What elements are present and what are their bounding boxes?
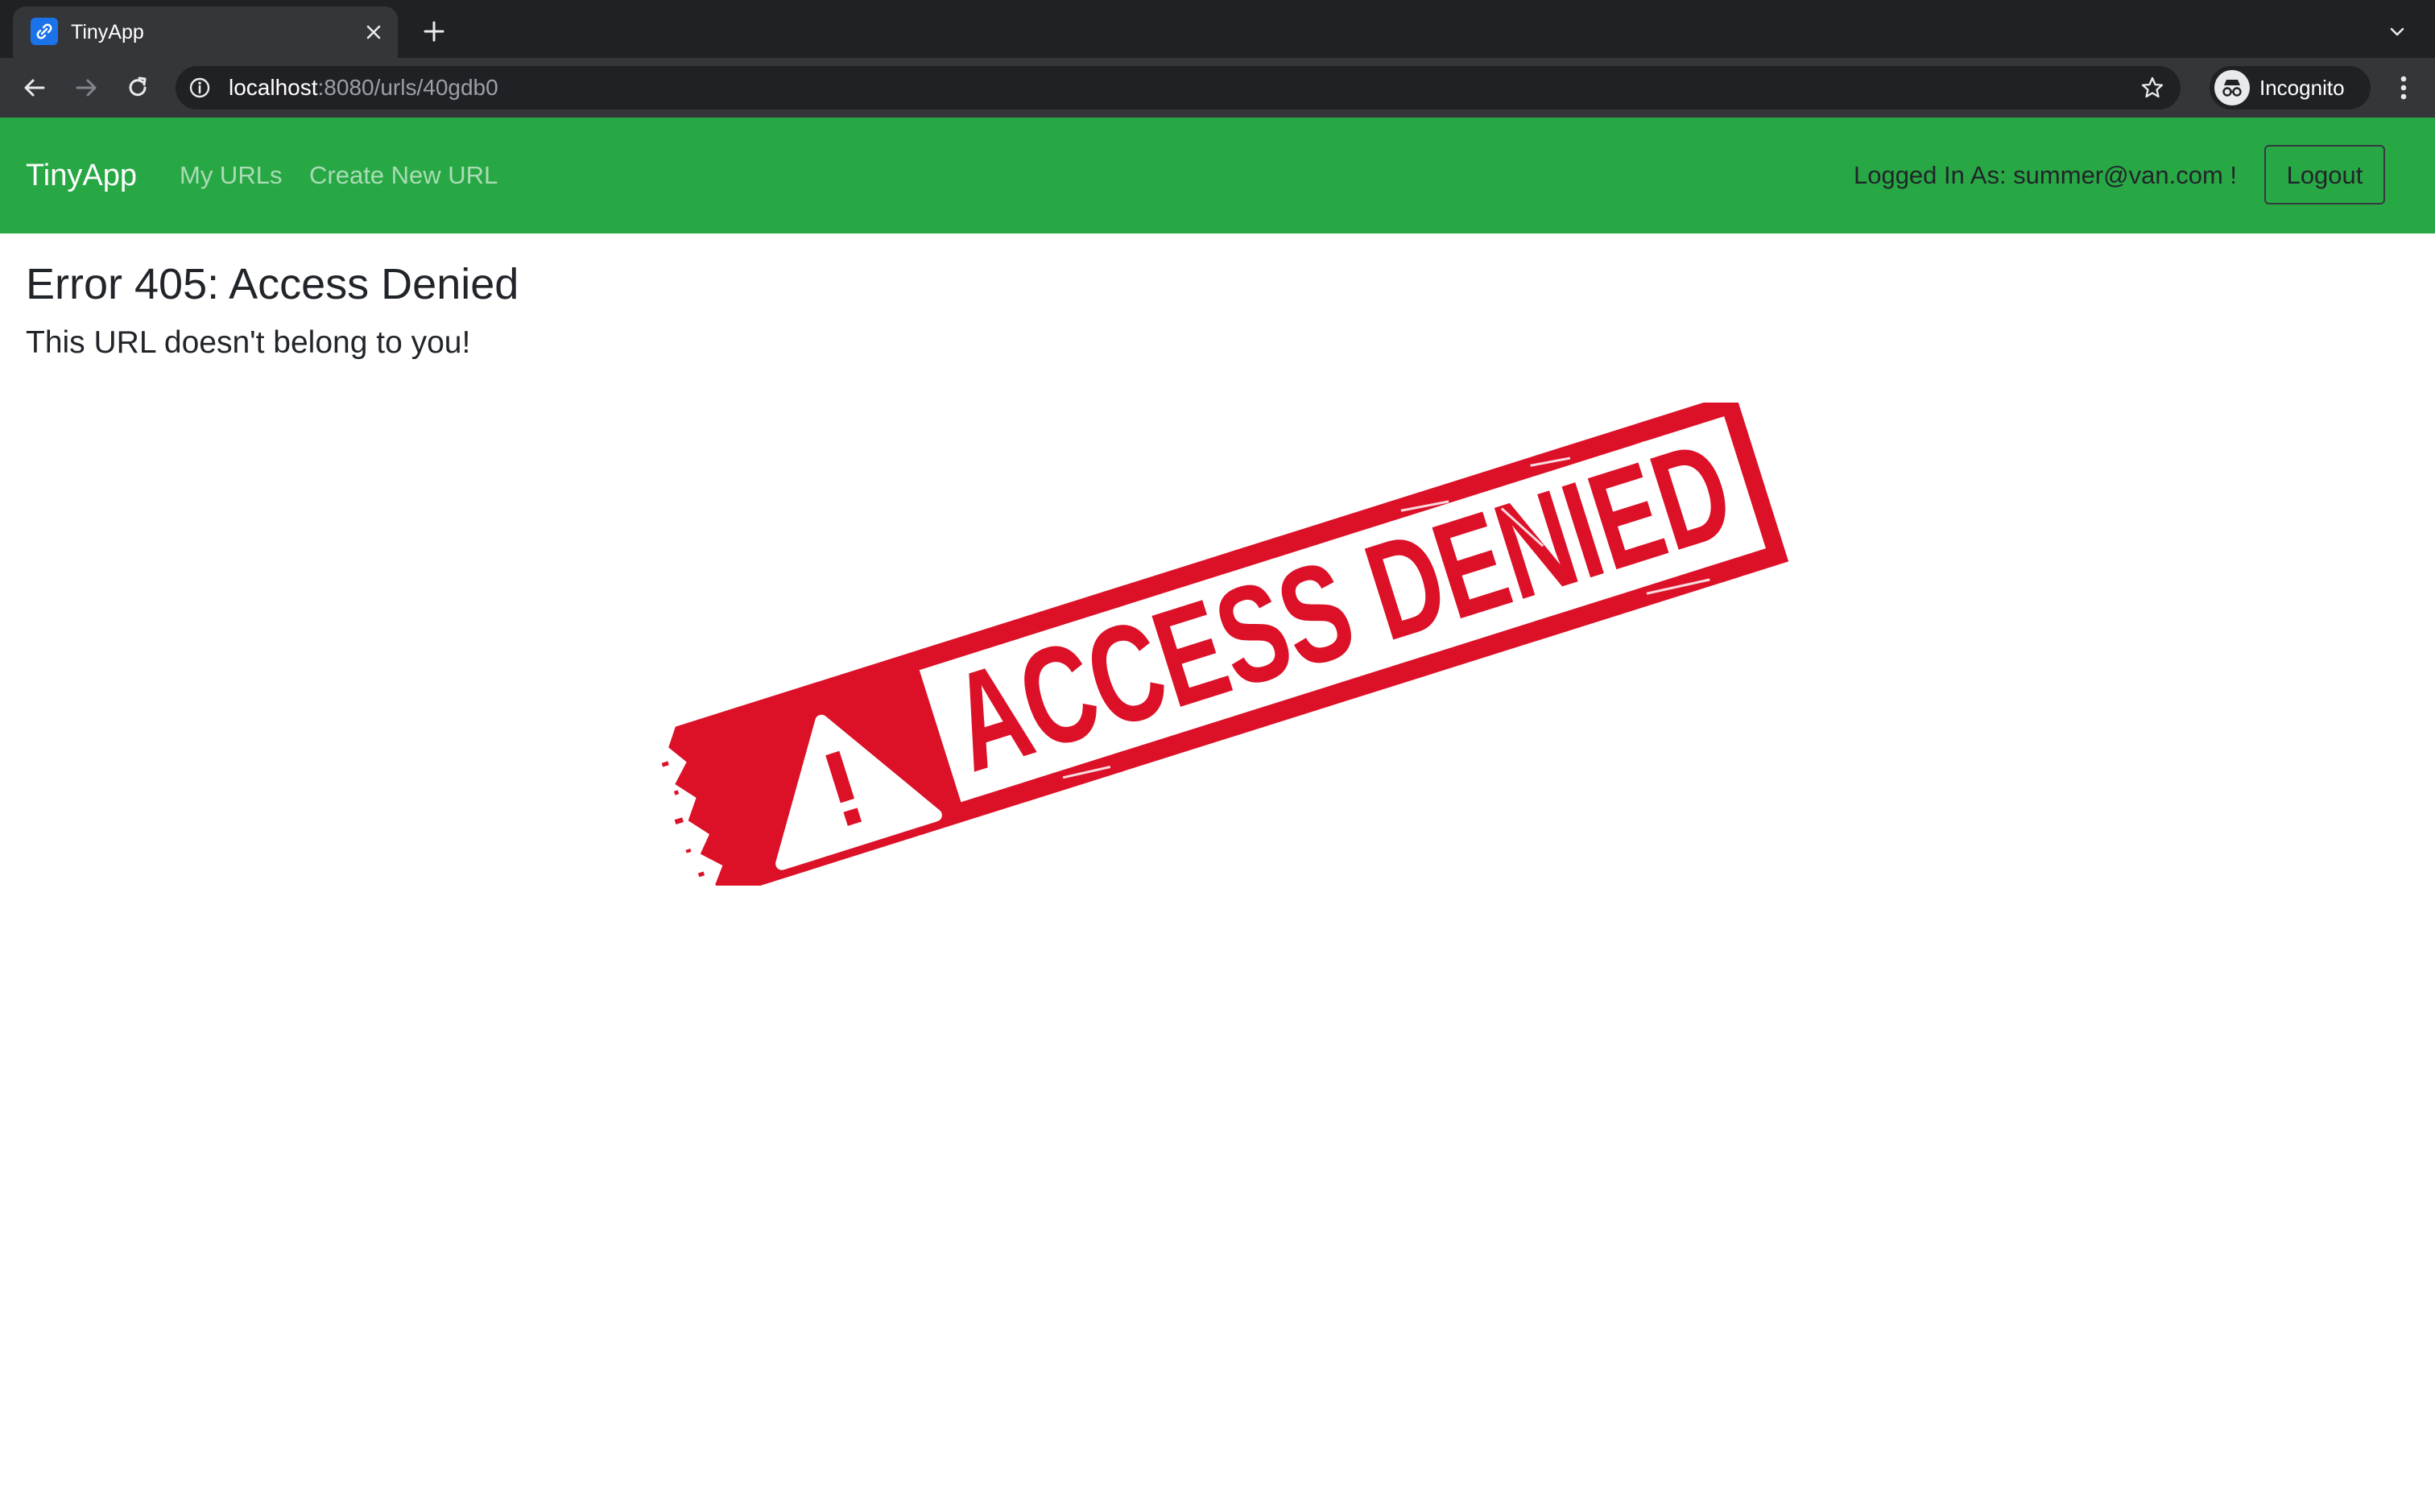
error-message: This URL doesn't belong to you! (26, 325, 471, 360)
forward-icon[interactable] (66, 68, 106, 108)
url-host: localhost (229, 75, 318, 100)
star-icon[interactable] (2137, 72, 2168, 103)
incognito-icon (2214, 70, 2250, 105)
app-navbar: TinyApp My URLs Create New URL Logged In… (0, 118, 2435, 233)
incognito-label: Incognito (2259, 76, 2345, 100)
more-vert-icon[interactable] (2383, 68, 2424, 108)
back-icon[interactable] (14, 68, 55, 108)
tab-title: TinyApp (71, 21, 144, 43)
info-icon[interactable] (188, 76, 211, 99)
plus-icon[interactable] (415, 13, 453, 50)
nav-my-urls[interactable]: My URLs (180, 118, 282, 233)
page-title: Error 405: Access Denied (26, 260, 519, 308)
logged-in-status: Logged In As: summer@van.com ! (1853, 161, 2237, 189)
brand-link[interactable]: TinyApp (26, 118, 137, 233)
chevron-down-icon[interactable] (2379, 13, 2416, 50)
reload-icon[interactable] (118, 68, 158, 108)
url-text[interactable]: localhost:8080/urls/40gdb0 (229, 66, 498, 109)
browser-tab-strip: TinyApp (0, 0, 2435, 58)
nav-create-new-url[interactable]: Create New URL (309, 118, 498, 233)
close-icon[interactable] (356, 14, 391, 50)
tinyapp-favicon-icon (31, 18, 58, 45)
logout-button[interactable]: Logout (2264, 145, 2385, 204)
address-bar[interactable]: localhost:8080/urls/40gdb0 (176, 66, 2181, 109)
browser-toolbar: localhost:8080/urls/40gdb0 Incognito (0, 58, 2435, 118)
url-path: :8080/urls/40gdb0 (317, 75, 498, 100)
incognito-profile-button[interactable]: Incognito (2210, 66, 2371, 109)
access-denied-stamp-image: ACCESS DENIED (661, 403, 1789, 886)
browser-tab[interactable]: TinyApp (13, 6, 398, 58)
